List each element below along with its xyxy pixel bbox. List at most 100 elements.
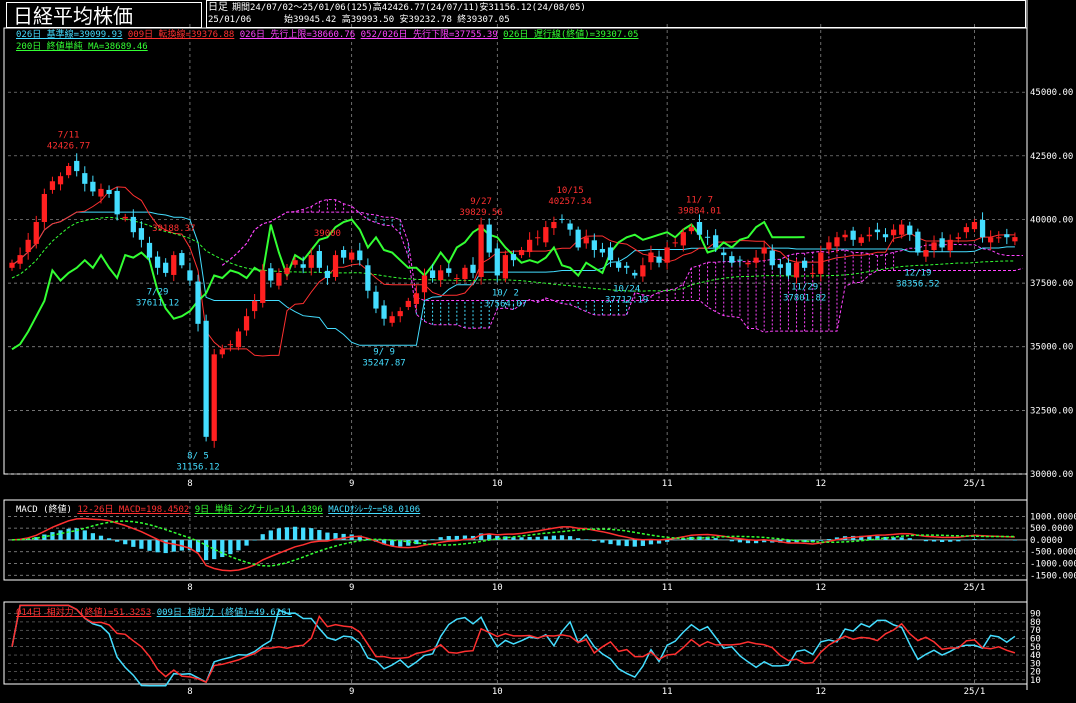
candle-body	[252, 300, 258, 312]
tenkan-line	[11, 186, 1015, 357]
month-label-macd: 25/1	[964, 583, 986, 593]
candle-body	[171, 255, 177, 275]
candle-body	[988, 237, 994, 243]
candle-body	[203, 320, 209, 437]
candle-body	[551, 222, 557, 229]
annotation-value: 35247.87	[362, 358, 405, 368]
macd-tick-label: -1500.0000	[1030, 571, 1076, 581]
month-label-rsi: 11	[662, 687, 673, 697]
candle-body	[446, 268, 452, 273]
candle-body	[850, 230, 856, 240]
month-label-price: 8	[187, 479, 192, 489]
candle-body	[308, 255, 314, 268]
candle-body	[9, 262, 15, 268]
rsi-legend: 014日 相対力 (終値)=51.3253 009日 相対力 (終値)=49.6…	[16, 608, 292, 619]
annotation-value: 39884.01	[678, 206, 721, 216]
candle-body	[607, 247, 614, 261]
candle-body	[818, 252, 824, 274]
candle-body	[502, 255, 508, 279]
candle-body	[57, 176, 64, 185]
candle-body	[915, 231, 921, 253]
macd-signal-legend: 9日 単純 シグナル=141.4396	[194, 505, 323, 515]
annotation-date: 10/ 2	[492, 288, 519, 298]
candle-body	[624, 265, 630, 268]
candle-body	[130, 216, 136, 233]
candle-body	[357, 250, 363, 261]
candle-body	[462, 267, 468, 280]
month-label-rsi: 25/1	[964, 687, 986, 697]
candle-body	[518, 250, 525, 256]
candle-body	[761, 247, 767, 254]
month-label-macd: 11	[662, 583, 673, 593]
month-label-macd: 8	[187, 583, 192, 593]
candle-body	[292, 260, 298, 265]
candle-body	[243, 316, 250, 331]
candle-body	[632, 272, 638, 276]
price-tick-label: 35000.00	[1030, 343, 1073, 353]
month-label-price: 12	[815, 479, 826, 489]
candle-body	[890, 229, 897, 236]
annotation-date: 9/27	[470, 197, 492, 207]
macd-line	[11, 517, 1015, 572]
month-label-macd: 9	[349, 583, 354, 593]
candle-body	[276, 272, 282, 286]
candle-body	[82, 173, 88, 184]
legend-chikou: 026日 遅行線(終値)=39307.05	[503, 30, 639, 40]
candle-body	[454, 278, 460, 279]
candle-body	[260, 270, 266, 303]
candle-body	[405, 300, 411, 308]
macd-title: MACD (終値)	[16, 505, 72, 515]
candle-body	[365, 265, 371, 291]
price-tick-label: 37500.00	[1030, 279, 1073, 289]
annotation-value: 37611.12	[136, 298, 179, 308]
month-label-rsi: 10	[492, 687, 503, 697]
candle-body	[122, 216, 128, 219]
annotation-date: 11/29	[791, 282, 818, 292]
price-tick-label: 32500.00	[1030, 406, 1073, 416]
nikkei-chart: 45000.00 42500.00 40000.00 37500.00 35000.00…	[3, 0, 1076, 697]
annotation-value: 37564.07	[484, 299, 527, 309]
annotation-value: 42426.77	[47, 142, 90, 152]
candle-body	[300, 264, 306, 268]
candle-body	[527, 239, 533, 253]
rsi9-legend: 009日 相対力 (終値)=49.6261	[156, 608, 292, 618]
candle-body	[688, 227, 695, 232]
candle-body	[745, 262, 751, 265]
candle-body	[227, 344, 234, 346]
legend-ma200: 200日 終値単純 MA=38689.46	[16, 42, 148, 52]
candle-body	[907, 225, 913, 235]
candle-body	[340, 250, 347, 258]
month-label-price: 10	[492, 479, 503, 489]
candle-body	[810, 272, 816, 274]
macd-tick-label: -500.0000	[1030, 548, 1076, 558]
candle-body	[535, 237, 541, 239]
annotation-value: 39829.56	[459, 208, 502, 218]
candle-body	[971, 222, 978, 230]
candle-body	[615, 262, 622, 268]
legend-row1: 026日 基準線=39099.93 009日 転換線=39376.88 026日…	[16, 30, 638, 41]
candle-body	[583, 237, 589, 244]
price-tick-label: 42500.00	[1030, 152, 1073, 162]
candle-body	[931, 242, 937, 250]
macd-tick-label: 1000.0000	[1030, 512, 1076, 522]
month-label-macd: 10	[492, 583, 503, 593]
legend-senkou-a: 026日 先行上限=38660.76	[239, 30, 356, 40]
candle-body	[106, 189, 112, 194]
candle-body	[858, 237, 864, 243]
candle-body	[882, 234, 889, 238]
candle-body	[98, 188, 104, 197]
candle-body	[373, 291, 379, 309]
candle-body	[1004, 234, 1010, 238]
candle-body	[187, 270, 193, 281]
annotation-date: 10/24	[613, 285, 640, 295]
candle-body	[801, 260, 808, 268]
annotation-value: 38356.52	[896, 279, 939, 289]
annotation-date: 7/11	[58, 131, 80, 141]
candle-body	[567, 223, 573, 230]
candle-body	[17, 255, 23, 264]
candle-body	[664, 247, 670, 263]
candle-body	[332, 255, 339, 277]
month-label-price: 11	[662, 479, 673, 489]
candle-body	[421, 275, 428, 293]
rsi-tick-label: 10	[1030, 676, 1041, 686]
